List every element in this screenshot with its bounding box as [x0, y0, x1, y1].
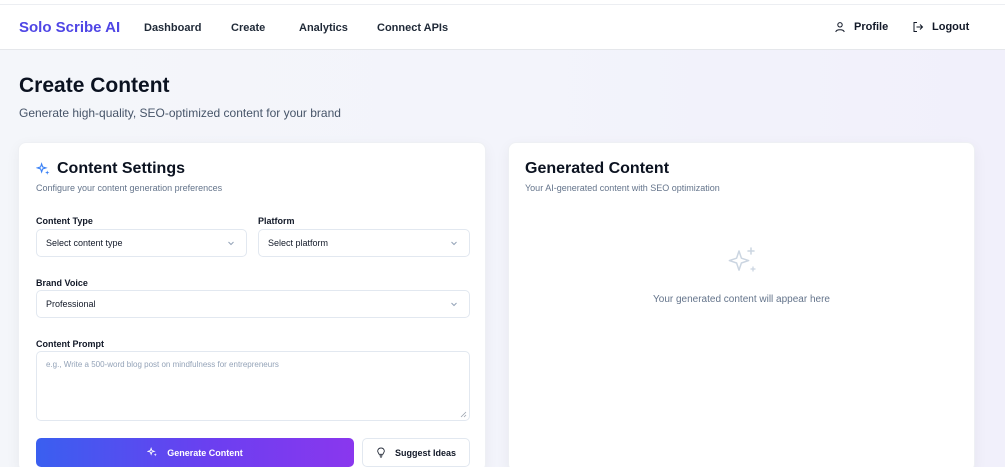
content-type-select[interactable]: Select content type — [36, 229, 247, 257]
content-prompt-textarea[interactable]: e.g., Write a 500-word blog post on mind… — [36, 351, 470, 421]
resize-handle-icon[interactable] — [460, 411, 467, 418]
brand-voice-value: Professional — [46, 299, 96, 309]
generated-content-card: Generated Content Your AI-generated cont… — [508, 142, 975, 467]
generate-content-button[interactable]: Generate Content — [36, 438, 354, 467]
suggest-ideas-button[interactable]: Suggest Ideas — [362, 438, 470, 467]
content-settings-heading: Content Settings — [36, 160, 185, 178]
content-settings-card: Content Settings Configure your content … — [18, 142, 486, 467]
chevron-down-icon — [451, 241, 457, 246]
logout-icon — [913, 22, 924, 32]
empty-state-message: Your generated content will appear here — [653, 294, 830, 305]
nav-connect-apis[interactable]: Connect APIs — [377, 22, 448, 34]
generate-content-label: Generate Content — [167, 447, 243, 458]
content-prompt-label: Content Prompt — [36, 339, 104, 349]
brand-logo[interactable]: Solo Scribe AI — [19, 19, 120, 36]
content-type-value: Select content type — [46, 238, 123, 248]
sparkles-icon — [728, 247, 756, 272]
platform-select[interactable]: Select platform — [258, 229, 470, 257]
lightbulb-icon — [377, 447, 385, 458]
content-type-label: Content Type — [36, 216, 93, 226]
content-settings-title: Content Settings — [57, 160, 185, 177]
brand-voice-select[interactable]: Professional — [36, 290, 470, 318]
page-title: Create Content — [19, 74, 170, 97]
nav-create[interactable]: Create — [231, 22, 265, 34]
profile-link[interactable]: Profile — [834, 21, 888, 33]
brand-voice-label: Brand Voice — [36, 278, 88, 288]
page-subtitle: Generate high-quality, SEO-optimized con… — [19, 106, 341, 120]
chevron-down-icon — [228, 241, 234, 246]
top-navigation-bar: Solo Scribe AI Dashboard Create Analytic… — [0, 5, 1005, 50]
content-prompt-placeholder: e.g., Write a 500-word blog post on mind… — [46, 360, 279, 369]
content-settings-subtitle: Configure your content generation prefer… — [36, 183, 223, 193]
logout-button[interactable]: Logout — [912, 21, 969, 33]
suggest-ideas-label: Suggest Ideas — [394, 447, 457, 458]
user-icon — [835, 22, 845, 33]
sparkles-icon — [36, 161, 50, 175]
generated-content-title: Generated Content — [525, 160, 670, 177]
profile-label: Profile — [854, 21, 889, 33]
platform-value: Select platform — [268, 238, 329, 248]
platform-label: Platform — [258, 216, 295, 226]
chevron-down-icon — [451, 302, 457, 307]
nav-dashboard[interactable]: Dashboard — [144, 22, 201, 34]
sparkles-icon — [147, 447, 158, 457]
logout-label: Logout — [932, 21, 970, 33]
nav-analytics[interactable]: Analytics — [299, 22, 348, 34]
generated-content-subtitle: Your AI-generated content with SEO optim… — [525, 183, 720, 193]
